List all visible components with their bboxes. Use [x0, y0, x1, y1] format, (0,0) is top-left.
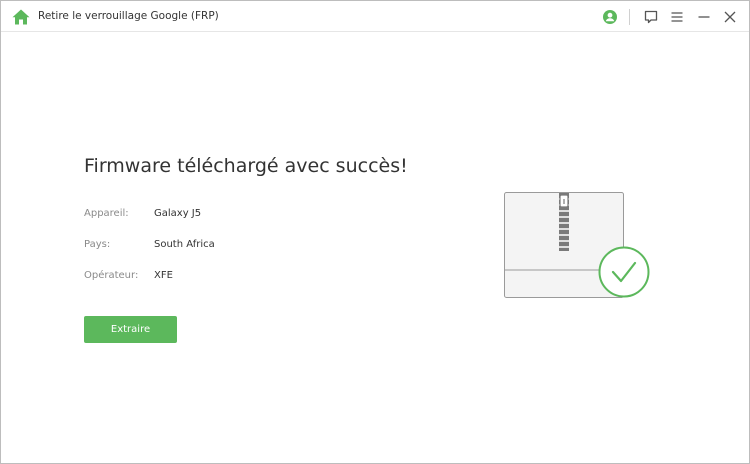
device-label: Appareil:	[84, 208, 129, 219]
carrier-row: Opérateur: XFE	[84, 270, 384, 284]
success-headline: Firmware téléchargé avec succès!	[84, 155, 408, 177]
minimize-icon[interactable]	[696, 9, 712, 25]
carrier-label: Opérateur:	[84, 270, 139, 281]
carrier-value: XFE	[154, 270, 173, 281]
title-bar: Retire le verrouillage Google (FRP)	[1, 1, 749, 32]
close-icon[interactable]	[722, 9, 738, 25]
home-icon[interactable]	[12, 9, 30, 25]
menu-icon[interactable]	[669, 9, 685, 25]
country-label: Pays:	[84, 239, 111, 250]
app-window: Retire le verrouillage Google (FRP) Firm…	[0, 0, 750, 464]
feedback-icon[interactable]	[643, 9, 659, 25]
titlebar-divider	[629, 9, 630, 25]
device-value: Galaxy J5	[154, 208, 202, 219]
extract-button[interactable]: Extraire	[84, 316, 177, 343]
firmware-illustration	[504, 192, 650, 298]
account-icon[interactable]	[602, 9, 618, 25]
country-value: South Africa	[154, 239, 215, 250]
country-row: Pays: South Africa	[84, 239, 384, 253]
success-check-icon	[598, 246, 650, 298]
window-title: Retire le verrouillage Google (FRP)	[38, 10, 219, 22]
device-row: Appareil: Galaxy J5	[84, 208, 384, 222]
